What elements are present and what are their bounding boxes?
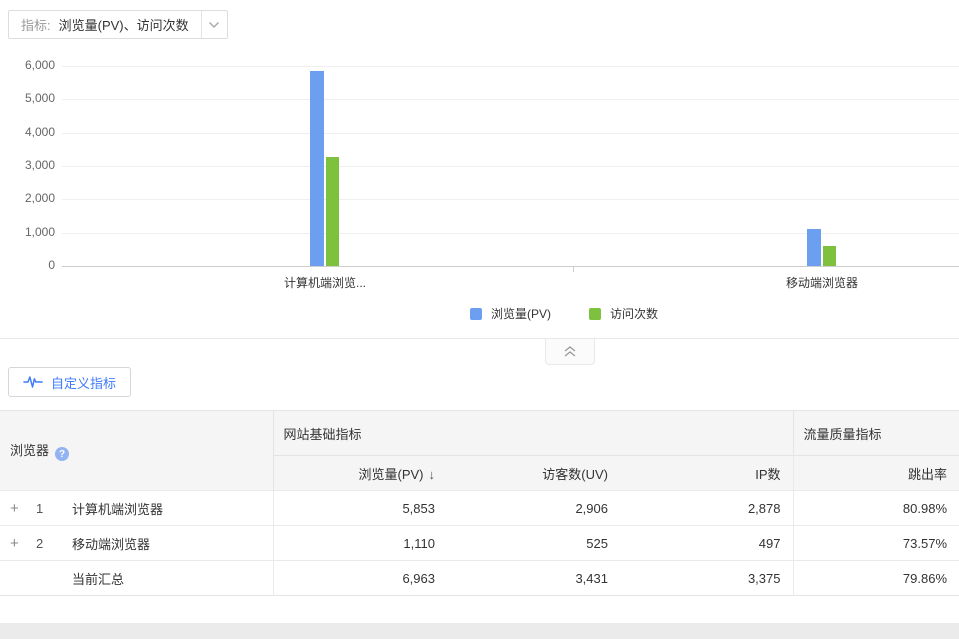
cell-uv: 525 bbox=[447, 526, 620, 561]
browser-header-label: 浏览器 bbox=[10, 443, 49, 458]
y-axis-tick-label: 5,000 bbox=[0, 91, 55, 105]
column-header-uv[interactable]: 访客数(UV) bbox=[447, 456, 620, 491]
row-index: 2 bbox=[36, 536, 56, 551]
bar-访问次数[interactable] bbox=[823, 246, 836, 266]
cell-ip: 2,878 bbox=[620, 491, 793, 526]
gridline bbox=[62, 166, 959, 167]
custom-metric-button[interactable]: 自定义指标 bbox=[8, 367, 131, 397]
legend-swatch-visits bbox=[589, 308, 601, 320]
browser-stats-table: 浏览器? 网站基础指标 流量质量指标 浏览量(PV)↓ 访客数(UV) IP数 … bbox=[0, 410, 959, 596]
gridline bbox=[62, 199, 959, 200]
expand-row-icon[interactable]: + bbox=[10, 501, 24, 516]
y-axis-tick-label: 0 bbox=[0, 258, 55, 272]
x-axis-category-label: 移动端浏览器 bbox=[752, 274, 892, 291]
collapse-chart-button[interactable] bbox=[545, 339, 595, 365]
row-name[interactable]: 移动端浏览器 bbox=[72, 534, 150, 553]
x-axis-category-label: 计算机端浏览... bbox=[255, 274, 395, 291]
pulse-icon bbox=[23, 374, 43, 390]
section-divider bbox=[0, 338, 959, 339]
table-row: + 2 移动端浏览器 1,110 525 497 73.57% bbox=[0, 526, 959, 561]
column-group-site-basic: 网站基础指标 bbox=[273, 411, 793, 456]
column-header-ip[interactable]: IP数 bbox=[620, 456, 793, 491]
footer-bar bbox=[0, 623, 959, 639]
gridline bbox=[62, 233, 959, 234]
row-name[interactable]: 计算机端浏览器 bbox=[72, 499, 163, 518]
cell-bounce: 80.98% bbox=[793, 491, 959, 526]
table-row: + 1 计算机端浏览器 5,853 2,906 2,878 80.98% bbox=[0, 491, 959, 526]
legend-label-visits: 访问次数 bbox=[610, 305, 658, 322]
bar-浏览量(PV)[interactable] bbox=[807, 229, 821, 266]
gridline bbox=[62, 133, 959, 134]
summary-row: 当前汇总 6,963 3,431 3,375 79.86% bbox=[0, 561, 959, 596]
cell-ip: 3,375 bbox=[620, 561, 793, 596]
y-axis-tick-label: 1,000 bbox=[0, 225, 55, 239]
y-axis-tick-label: 4,000 bbox=[0, 125, 55, 139]
column-header-browser[interactable]: 浏览器? bbox=[0, 411, 273, 491]
cell-uv: 3,431 bbox=[447, 561, 620, 596]
browser-analytics-page: 指标: 浏览量(PV)、访问次数 01,0002,0003,0004,0005,… bbox=[0, 0, 959, 639]
y-axis-tick-label: 3,000 bbox=[0, 158, 55, 172]
expand-row-icon[interactable]: + bbox=[10, 536, 24, 551]
custom-metric-button-label: 自定义指标 bbox=[51, 373, 116, 392]
double-chevron-up-icon bbox=[562, 345, 578, 358]
legend-label-pv: 浏览量(PV) bbox=[491, 305, 551, 322]
legend-item-pv[interactable]: 浏览量(PV) bbox=[470, 305, 551, 322]
gridline bbox=[62, 66, 959, 67]
row-index: 1 bbox=[36, 501, 56, 516]
cell-pv: 6,963 bbox=[273, 561, 447, 596]
chart-legend: 浏览量(PV) 访问次数 bbox=[470, 305, 658, 322]
table-header-group-row: 浏览器? 网站基础指标 流量质量指标 bbox=[0, 411, 959, 456]
cell-pv: 1,110 bbox=[273, 526, 447, 561]
column-header-pv[interactable]: 浏览量(PV)↓ bbox=[273, 456, 447, 491]
gridline bbox=[62, 99, 959, 100]
column-group-traffic-quality: 流量质量指标 bbox=[793, 411, 959, 456]
cell-ip: 497 bbox=[620, 526, 793, 561]
bar-chart: 0 1,000 2,000 3,000 4,000 5,000 6,000 计算机端浏览...… bbox=[0, 0, 959, 340]
y-axis-tick-label: 6,000 bbox=[0, 58, 55, 72]
bar-浏览量(PV)[interactable] bbox=[310, 71, 324, 266]
column-header-bounce[interactable]: 跳出率 bbox=[793, 456, 959, 491]
cell-bounce: 73.57% bbox=[793, 526, 959, 561]
cell-pv: 5,853 bbox=[273, 491, 447, 526]
x-axis-tick bbox=[573, 267, 574, 272]
cell-uv: 2,906 bbox=[447, 491, 620, 526]
sort-desc-icon[interactable]: ↓ bbox=[429, 467, 436, 482]
y-axis-tick-label: 2,000 bbox=[0, 191, 55, 205]
cell-bounce: 79.86% bbox=[793, 561, 959, 596]
x-axis-line bbox=[62, 266, 959, 267]
legend-swatch-pv bbox=[470, 308, 482, 320]
legend-item-visits[interactable]: 访问次数 bbox=[589, 305, 658, 322]
bar-访问次数[interactable] bbox=[326, 157, 339, 266]
summary-label: 当前汇总 bbox=[72, 569, 124, 588]
help-icon[interactable]: ? bbox=[55, 447, 69, 461]
